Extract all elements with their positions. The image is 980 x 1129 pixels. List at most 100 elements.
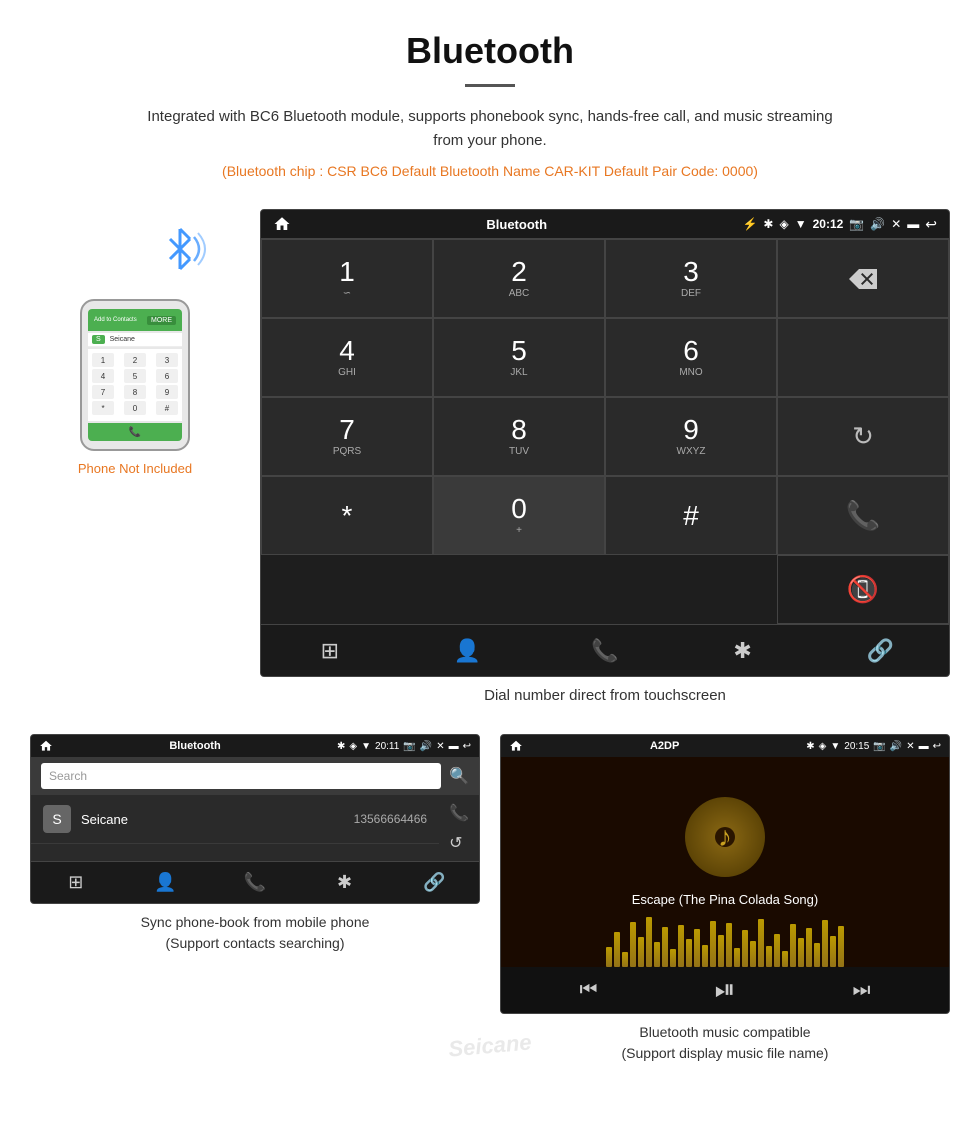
dialer-status-bar: Bluetooth ⚡ ✱ ◈ ▼ 20:12 📷 🔊 ✕ ▬ ↩ [261,210,949,238]
phone-area: Add to Contacts MORE S Seicane 1 2 3 4 5… [30,209,240,476]
music-loc-icon: ◈ [819,741,827,752]
dialer-refresh[interactable]: ↻ [777,397,949,476]
page-header: Bluetooth Integrated with BC6 Bluetooth … [0,0,980,209]
dialer-call-green[interactable]: 📞 [777,476,949,555]
music-item: A2DP ✱ ◈ ▼ 20:15 📷 🔊 ✕ ▬ ↩ [500,734,950,1064]
eq-bar [622,952,628,967]
pb-nav-dialpad[interactable]: ⊞ [31,862,121,903]
dialer-key-5[interactable]: 5JKL [433,318,605,397]
eq-bar [830,936,836,967]
phone-key-9: 9 [156,385,178,399]
dialer-key-4[interactable]: 4GHI [261,318,433,397]
pb-main-content: S Seicane 13566664466 📞 ↺ [31,795,479,861]
dialer-app-name: Bluetooth [291,217,742,232]
eq-bar [774,934,780,967]
dialer-key-hash[interactable]: # [605,476,777,555]
dialer-key-3[interactable]: 3DEF [605,239,777,318]
nav-link[interactable]: 🔗 [811,625,949,676]
pb-status-bar: Bluetooth ✱ ◈ ▼ 20:11 📷 🔊 ✕ ▬ ↩ [31,735,479,757]
eq-bar [710,921,716,967]
music-play-pause[interactable]: ⏯ [715,974,736,1006]
eq-bar [806,928,812,967]
music-back-icon[interactable]: ↩ [933,741,941,752]
pb-refresh-icon[interactable]: ↺ [449,833,469,853]
pb-action-icons: 📞 ↺ [439,795,479,861]
eq-bar [734,948,740,967]
music-next[interactable]: ⏭ [852,979,870,1002]
phone-key-3: 3 [156,353,178,367]
pb-bt-icon: ✱ [337,741,345,752]
pb-contact-name: Seicane [81,812,354,827]
pb-back-icon[interactable]: ↩ [463,741,471,752]
pb-contact-avatar: S [43,805,71,833]
eq-bar [646,917,652,967]
eq-bar [798,938,804,967]
nav-contacts[interactable]: 👤 [399,625,537,676]
back-icon[interactable]: ↩ [925,216,937,233]
eq-bar [814,943,820,967]
phone-key-6: 6 [156,369,178,383]
pb-home-icon [39,739,53,753]
music-wifi-icon: ▼ [830,741,840,752]
nav-call[interactable]: 📞 [536,625,674,676]
dialer-backspace[interactable] [777,239,949,318]
dialer-key-8[interactable]: 8TUV [433,397,605,476]
dialer-keypad: 1∽ 2ABC 3DEF 4GHI 5JKL [261,238,949,624]
music-prev[interactable]: ⏮ [580,979,598,1002]
music-controls: ⏮ ⏯ ⏭ [501,967,949,1013]
music-content: ♪ Escape (The Pina Colada Song) [501,757,949,967]
pb-search-placeholder: Search [49,769,87,783]
pb-nav-call[interactable]: 📞 [210,862,300,903]
pb-bottom-nav: ⊞ 👤 📞 ✱ 🔗 [31,861,479,903]
dialer-key-2[interactable]: 2ABC [433,239,605,318]
pb-contact-row[interactable]: S Seicane 13566664466 [31,795,439,844]
pb-nav-contacts[interactable]: 👤 [121,862,211,903]
wifi-icon: ▼ [795,217,807,231]
phone-key-star: * [92,401,114,415]
header-description: Integrated with BC6 Bluetooth module, su… [140,105,840,153]
pb-close-icon[interactable]: ✕ [436,741,444,752]
phone-key-2: 2 [124,353,146,367]
phone-contact-initial: S [92,335,105,344]
eq-bar [678,925,684,967]
phone-not-included-label: Phone Not Included [78,461,192,476]
pb-win-icon[interactable]: ▬ [449,741,459,752]
music-status-bar: A2DP ✱ ◈ ▼ 20:15 📷 🔊 ✕ ▬ ↩ [501,735,949,757]
eq-bar [670,949,676,967]
music-app-name: A2DP [523,740,806,752]
nav-dialpad[interactable]: ⊞ [261,625,399,676]
pb-search-icon[interactable]: 🔍 [449,766,469,786]
eq-bar [766,946,772,967]
eq-bar [790,924,796,967]
pb-loc-icon: ◈ [349,741,357,752]
phone-dialpad: 1 2 3 4 5 6 7 8 9 * 0 # [88,349,182,421]
location-icon: ◈ [779,217,788,231]
music-win-icon[interactable]: ▬ [919,741,929,752]
camera-icon: 📷 [849,217,864,231]
pb-search-bar: Search 🔍 [31,757,479,795]
dialer-key-1[interactable]: 1∽ [261,239,433,318]
dialer-call-red[interactable]: 📵 [777,555,949,624]
nav-bluetooth[interactable]: ✱ [674,625,812,676]
music-note-icon: ♪ [718,821,732,853]
phone-key-4: 4 [92,369,114,383]
music-time: 20:15 [844,741,869,752]
music-vol-icon: 🔊 [890,741,902,752]
pb-call-icon[interactable]: 📞 [449,803,469,823]
close-icon[interactable]: ✕ [891,217,901,231]
phonebook-item: Bluetooth ✱ ◈ ▼ 20:11 📷 🔊 ✕ ▬ ↩ Search [30,734,480,1064]
home-icon[interactable] [273,215,291,233]
dialer-key-9[interactable]: 9WXYZ [605,397,777,476]
dialer-key-7[interactable]: 7PQRS [261,397,433,476]
music-close-icon[interactable]: ✕ [906,741,914,752]
dialer-key-star[interactable]: * [261,476,433,555]
eq-bar [742,930,748,967]
phone-bottom-bar: 📞 [88,423,182,441]
dialer-key-6[interactable]: 6MNO [605,318,777,397]
music-screen: A2DP ✱ ◈ ▼ 20:15 📷 🔊 ✕ ▬ ↩ [500,734,950,1014]
pb-nav-bt[interactable]: ✱ [300,862,390,903]
window-icon[interactable]: ▬ [907,217,919,231]
dialer-key-0[interactable]: 0+ [433,476,605,555]
pb-nav-link[interactable]: 🔗 [389,862,479,903]
pb-search-input[interactable]: Search [41,763,441,789]
